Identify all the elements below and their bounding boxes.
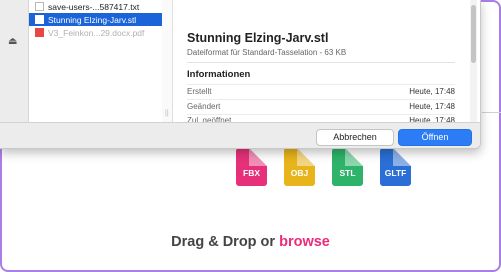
column-resize-handle[interactable]: || (162, 0, 173, 122)
drop-instructions: Drag & Drop or browse (0, 234, 501, 250)
drag-drop-text: Drag & Drop or (171, 234, 276, 250)
dialog-sidebar: ⏏ (0, 0, 29, 122)
eject-icon[interactable]: ⏏ (8, 36, 17, 47)
preview-title: Stunning Elzing-Jarv.stl (187, 31, 329, 45)
obj-label: OBJ (290, 168, 309, 178)
info-row-created: Erstellt Heute, 17:48 (187, 87, 455, 99)
preview-subtitle: Dateiformat für Standard-Tasselation - 6… (187, 48, 347, 57)
gltf-label: GLTF (384, 168, 407, 178)
divider (187, 114, 455, 115)
cancel-button[interactable]: Abbrechen (316, 129, 394, 146)
obj-file-icon: OBJ (284, 148, 315, 186)
gltf-file-icon: GLTF (380, 148, 411, 186)
divider (187, 84, 455, 85)
divider (187, 99, 455, 100)
info-value: Heute, 17:48 (409, 102, 455, 111)
browse-link[interactable]: browse (279, 234, 330, 250)
divider (187, 62, 455, 63)
open-button[interactable]: Öffnen (398, 129, 472, 146)
info-label: Erstellt (187, 87, 212, 96)
stl-file-icon (35, 15, 44, 24)
pdf-file-icon (35, 28, 44, 37)
stl-label: STL (339, 168, 356, 178)
preview-scrollbar[interactable] (470, 0, 477, 122)
info-value: Heute, 17:48 (409, 87, 455, 96)
divider (482, 112, 501, 113)
scroll-thumb[interactable] (471, 5, 476, 63)
file-name: save-users-...587417.txt (48, 1, 140, 12)
info-label: Geändert (187, 102, 221, 111)
fbx-label: FBX (243, 168, 260, 178)
file-list: save-users-...587417.txt Stunning Elzing… (29, 0, 163, 122)
text-file-icon (35, 2, 44, 11)
file-name: V3_Feinkon...29.docx.pdf (48, 27, 145, 38)
file-preview: Stunning Elzing-Jarv.stl Dateiformat für… (173, 0, 463, 125)
info-heading: Informationen (187, 69, 251, 80)
fbx-file-icon: FBX (236, 148, 267, 186)
info-row-modified: Geändert Heute, 17:48 (187, 102, 455, 114)
stl-file-icon: STL (332, 148, 363, 186)
open-file-dialog: ⏏ save-users-...587417.txt Stunning Elzi… (0, 0, 481, 149)
grip-icon: || (165, 110, 169, 117)
file-row-disabled: V3_Feinkon...29.docx.pdf (29, 26, 162, 39)
file-row-selected[interactable]: Stunning Elzing-Jarv.stl (29, 13, 162, 26)
file-row[interactable]: save-users-...587417.txt (29, 0, 162, 13)
file-name: Stunning Elzing-Jarv.stl (48, 14, 137, 25)
dialog-footer: Abbrechen Öffnen (0, 122, 480, 148)
